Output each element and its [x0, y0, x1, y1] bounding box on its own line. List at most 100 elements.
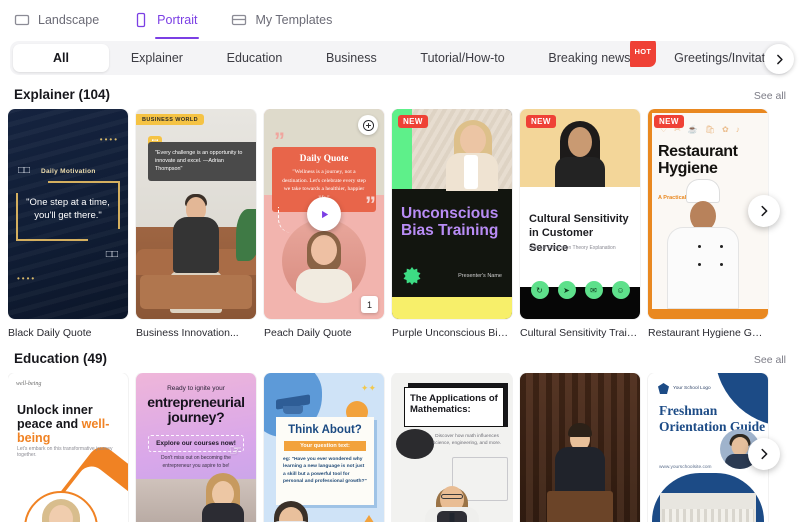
person-body [555, 157, 605, 187]
row-next-button-education[interactable] [748, 438, 780, 470]
thumb-heading: Daily Quote [299, 154, 349, 164]
category-next-button[interactable] [764, 44, 794, 74]
template-row-education-wrap: well-being Unlock inner peace and well-b… [0, 373, 800, 522]
category-tab-bar: All Explainer Education Business Tutoria… [10, 41, 790, 75]
title-box: The Applications of Mathematics: [404, 387, 504, 427]
uniform-button [698, 263, 701, 266]
category-tab-explainer[interactable]: Explainer [109, 44, 205, 72]
frame-line-bottom [16, 239, 88, 241]
template-card-purple-unconscious-bias[interactable]: Unconscious Bias Training Presenter's Na… [392, 109, 512, 339]
see-all-link[interactable]: See all [754, 90, 786, 102]
send-icon: ➤ [557, 281, 576, 299]
template-card-entrepreneurial-journey[interactable]: Ready to ignite your entrepreneurial jou… [136, 373, 256, 522]
template-card-think-about[interactable]: ✦✦ Think About? Your question text: eg: … [264, 373, 384, 522]
template-thumbnail[interactable]: Unconscious Bias Training Presenter's Na… [392, 109, 512, 319]
person-body [555, 447, 605, 497]
template-card-podium-speaker[interactable] [520, 373, 640, 522]
new-badge: NEW [526, 115, 556, 128]
bag-icon: 🛍 [704, 125, 715, 134]
template-thumbnail[interactable]: •••• •••• □□ Daily Motivation "One step … [8, 109, 128, 319]
chef-hat [686, 179, 721, 203]
template-row-education: well-being Unlock inner peace and well-b… [8, 373, 792, 522]
template-thumbnail[interactable]: ✦✦ Think About? Your question text: eg: … [264, 373, 384, 522]
quote-mark-icon: □□ [18, 165, 31, 176]
chevron-right-icon [776, 54, 783, 64]
thumb-logo-text: Your School Logo [673, 386, 711, 391]
category-tab-breaking-news[interactable]: Breaking news HOT [527, 41, 657, 72]
person-body [173, 217, 219, 273]
school-crest-icon [658, 383, 669, 394]
graduation-cap-base [283, 406, 303, 414]
template-thumbnail[interactable]: BUSINESS WORLD ““ "Every challenge is an… [136, 109, 256, 319]
template-thumbnail[interactable]: ” Daily Quote "Wellness is a journey, no… [264, 109, 384, 319]
template-card-applications-of-mathematics[interactable]: The Applications of Mathematics: Discove… [392, 373, 512, 522]
thumb-icon-row: ↻ ➤ ✉ ☺ [520, 281, 640, 299]
template-card-restaurant-hygiene[interactable]: ♡ ✂ ☕ 🛍 ✿ ♪ Restaurant Hygiene A Practic… [648, 109, 768, 339]
person-portrait-circle [282, 219, 366, 303]
new-badge: NEW [654, 115, 684, 128]
mode-item-portrait[interactable]: Portrait [133, 6, 200, 39]
category-tab-tutorial-how-to[interactable]: Tutorial/How-to [399, 44, 527, 72]
category-tab-all[interactable]: All [13, 44, 109, 72]
add-to-project-button[interactable] [358, 115, 378, 135]
thumb-heading: Think About? [288, 424, 362, 436]
campus-arch-graphic [652, 473, 764, 522]
category-tab-label: Breaking news [548, 51, 631, 65]
mode-nav: Landscape Portrait My Templates [0, 0, 800, 39]
campus-columns [662, 509, 754, 522]
quote-mark-icon: ” [365, 192, 376, 217]
thumb-eyebrow: Ready to ignite your [167, 385, 225, 392]
yellow-accent-bar [392, 297, 512, 319]
person-tie [449, 513, 455, 522]
template-card-unlock-inner-peace[interactable]: well-being Unlock inner peace and well-b… [8, 373, 128, 522]
mode-item-my-templates[interactable]: My Templates [231, 6, 332, 34]
template-card-title: Restaurant Hygiene Guide [648, 327, 768, 339]
person-body [202, 503, 244, 522]
new-badge: NEW [398, 115, 428, 128]
school-logo-row: Your School Logo [658, 383, 711, 394]
chevron-right-icon [761, 205, 768, 217]
thumb-url: www.yourschoolsite.com [659, 465, 712, 470]
template-row-explainer: •••• •••• □□ Daily Motivation "One step … [8, 109, 792, 339]
template-card-business-innovation[interactable]: BUSINESS WORLD ““ "Every challenge is an… [136, 109, 256, 339]
thumb-subtitle: Let's embark on this transformative jour… [17, 446, 113, 458]
mode-item-landscape[interactable]: Landscape [14, 6, 99, 34]
thumb-heading: The Applications of Mathematics: [410, 393, 498, 416]
template-thumbnail[interactable]: Cultural Sensitivity in Customer Service… [520, 109, 640, 319]
template-thumbnail[interactable] [520, 373, 640, 522]
mail-icon: ✉ [584, 281, 603, 299]
see-all-link[interactable]: See all [754, 354, 786, 366]
my-templates-icon [231, 12, 247, 28]
template-card-black-daily-quote[interactable]: •••• •••• □□ Daily Motivation "One step … [8, 109, 128, 339]
category-tab-label: Education [226, 51, 283, 65]
category-tab-business[interactable]: Business [304, 44, 398, 72]
chevron-right-icon [761, 448, 768, 460]
category-tab-education[interactable]: Education [205, 44, 304, 72]
mode-item-label: Portrait [157, 13, 198, 27]
portrait-icon [133, 12, 149, 28]
dark-blob-graphic [396, 429, 434, 459]
thumb-subtitle: Discover how math influences science, en… [432, 434, 502, 447]
person-body [667, 227, 740, 309]
thumb-heading: Restaurant Hygiene [658, 143, 738, 178]
template-thumbnail[interactable]: well-being Unlock inner peace and well-b… [8, 373, 128, 522]
thumb-question-label: Your question text: [284, 441, 366, 451]
uniform-button [720, 245, 723, 248]
person-shirt [464, 155, 478, 189]
dashed-arrow-decoration [278, 207, 296, 233]
template-card-peach-daily-quote[interactable]: ” Daily Quote "Wellness is a journey, no… [264, 109, 384, 339]
template-thumbnail[interactable]: Ready to ignite your entrepreneurial jou… [136, 373, 256, 522]
thumb-quote: "One step at a time, you'll get there." [26, 197, 110, 221]
note-icon: ♪ [735, 125, 740, 134]
row-next-button-explainer[interactable] [748, 195, 780, 227]
template-card-cultural-sensitivity[interactable]: Cultural Sensitivity in Customer Service… [520, 109, 640, 339]
play-preview-button[interactable] [307, 197, 341, 231]
mode-item-label: Landscape [38, 13, 100, 27]
smile-icon: ☺ [611, 281, 630, 299]
thumb-heading: entrepreneurial journey? [147, 394, 245, 425]
sofa-cushion [140, 275, 252, 309]
glasses-icon [441, 494, 463, 499]
template-card-title: Business Innovation... [136, 327, 239, 339]
template-thumbnail[interactable]: The Applications of Mathematics: Discove… [392, 373, 512, 522]
thumb-heading: Freshman Orientation Guide [659, 403, 766, 434]
